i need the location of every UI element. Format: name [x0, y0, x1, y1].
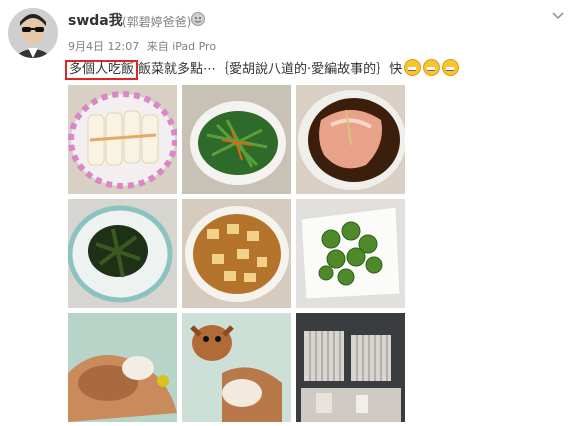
post-text: 多個人吃飯 飯菜就多點⋯｛愛胡說八道的·愛編故事的｝快 — [65, 59, 460, 80]
photo-chihuahua-sleeping — [68, 313, 177, 422]
post-source: 来自 iPad Pro — [146, 40, 217, 53]
grinning-face-icon — [442, 59, 460, 76]
user-remark: (郭碧婷爸爸) — [122, 15, 192, 29]
photo-thumbnail[interactable] — [296, 85, 405, 194]
photo-thumbnail[interactable] — [182, 85, 291, 194]
photo-sweet-potato-leaves — [68, 199, 177, 308]
photo-thumbnail[interactable] — [68, 313, 177, 422]
photo-thumbnail[interactable] — [296, 199, 405, 308]
post-date[interactable]: 9月4日 12:07 — [68, 40, 139, 53]
photo-bird-cages — [296, 313, 405, 422]
member-badge-icon[interactable] — [190, 11, 206, 27]
photo-mapo-tofu — [182, 199, 291, 308]
grinning-face-icon — [404, 59, 422, 76]
photo-brussels-sprouts — [296, 199, 405, 308]
avatar-image — [8, 8, 58, 58]
grinning-face-icon — [423, 59, 441, 76]
photo-chihuahua-on-bed — [182, 313, 291, 422]
photo-stir-fried-greens — [182, 85, 291, 194]
photo-thumbnail[interactable] — [182, 199, 291, 308]
chevron-down-icon[interactable] — [550, 8, 566, 24]
post-meta: 9月4日 12:07 来自 iPad Pro — [68, 38, 220, 54]
photo-thumbnail[interactable] — [182, 313, 291, 422]
photo-thumbnail[interactable] — [296, 313, 405, 422]
post-text-body: 飯菜就多點⋯｛愛胡說八道的·愛編故事的｝快 — [138, 62, 403, 77]
photo-rice-rolls — [68, 85, 177, 194]
username[interactable]: swda我 — [68, 10, 123, 30]
highlighted-text: 多個人吃飯 — [65, 60, 139, 80]
photo-steamed-fish — [296, 85, 405, 194]
photo-thumbnail[interactable] — [68, 199, 177, 308]
photo-thumbnail[interactable] — [68, 85, 177, 194]
user-avatar[interactable] — [8, 8, 58, 58]
